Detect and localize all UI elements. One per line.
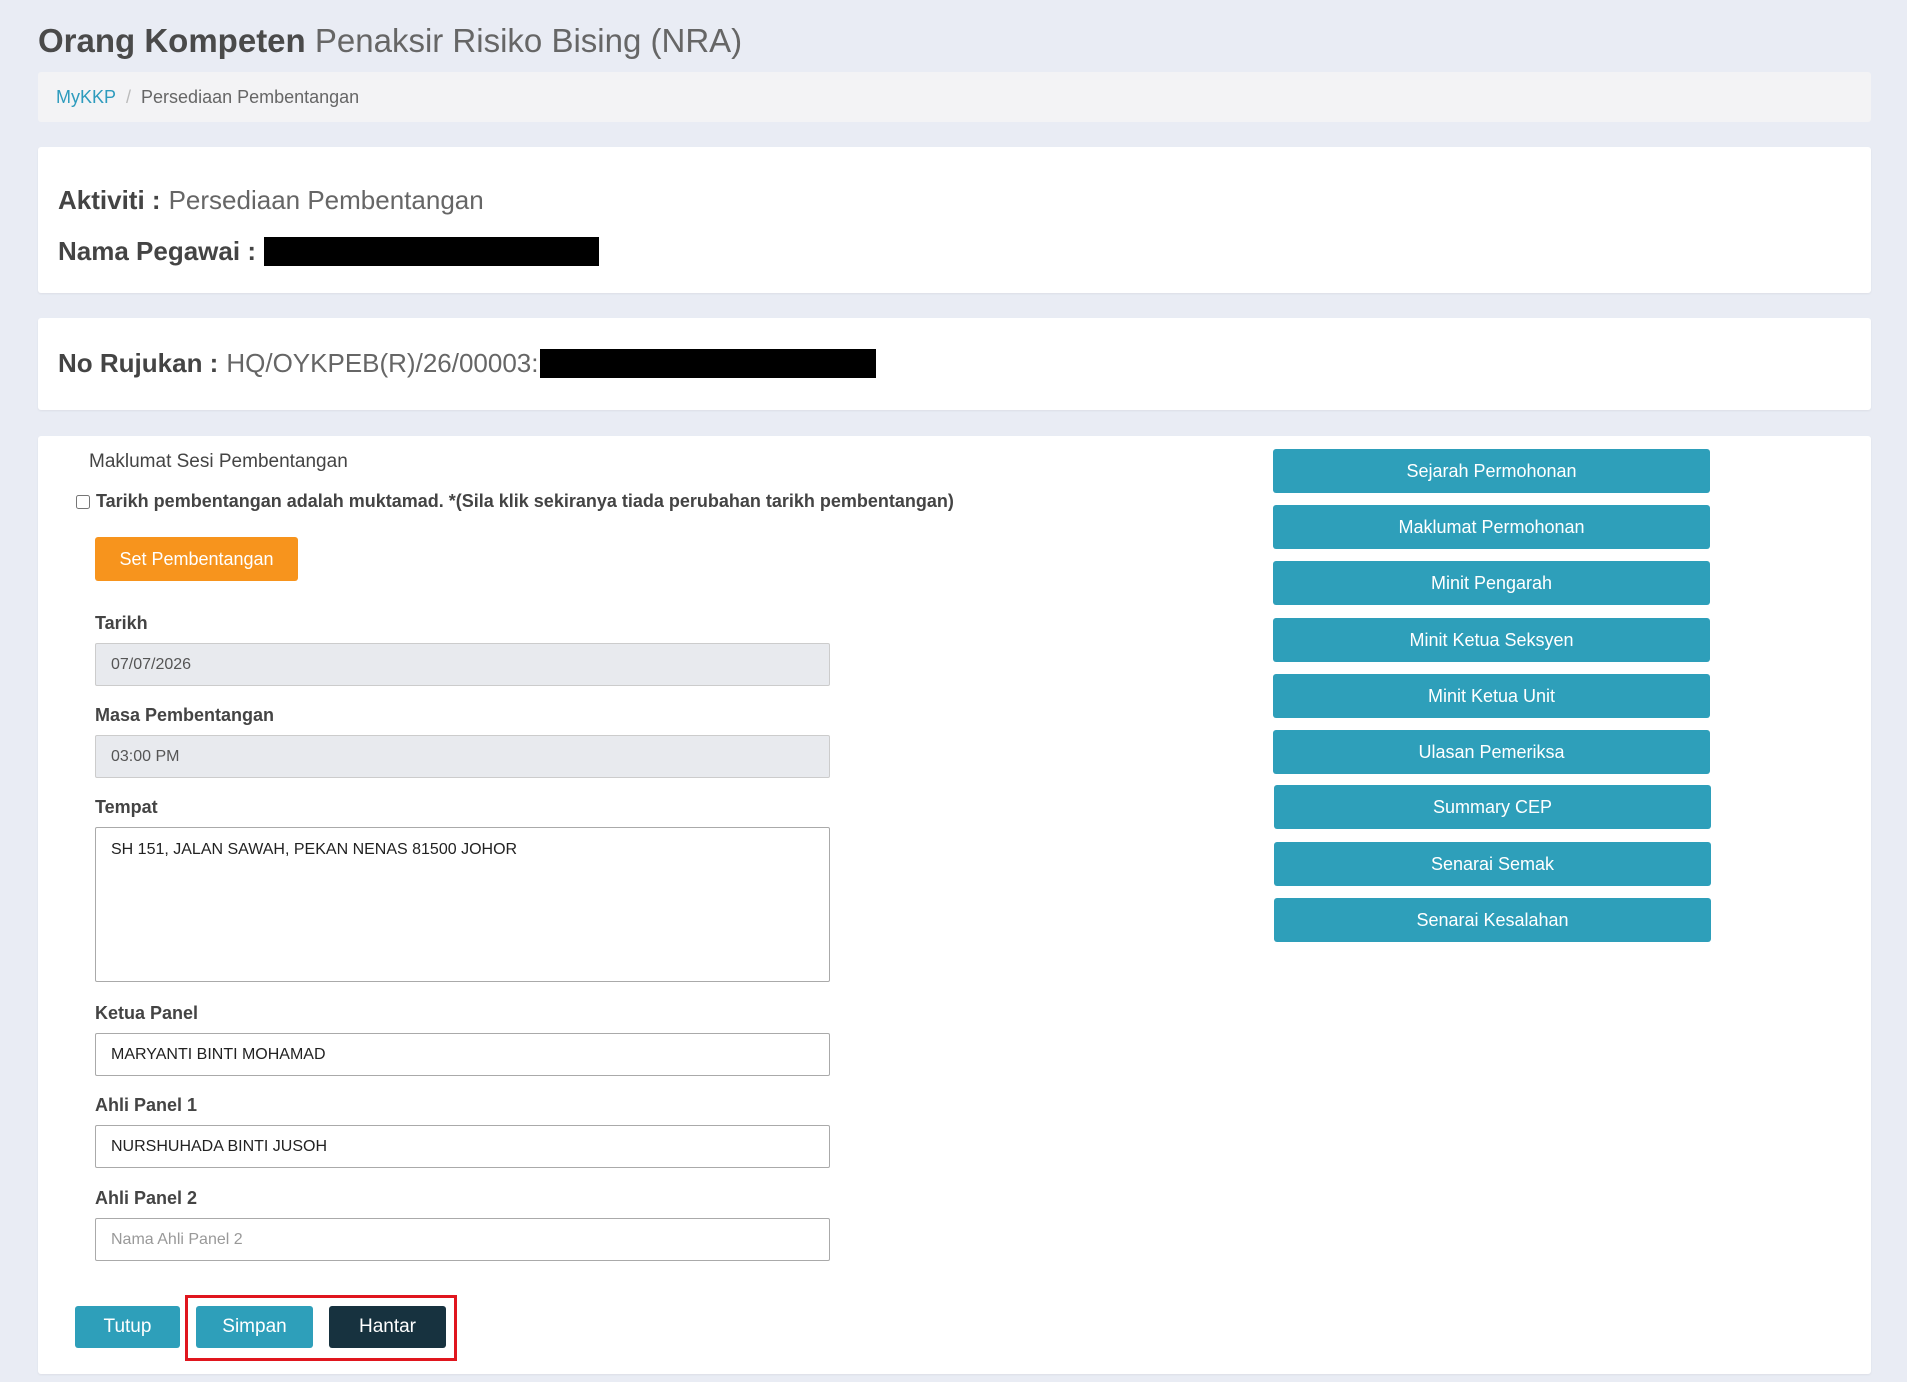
- minit-ketua-seksyen-button[interactable]: Minit Ketua Seksyen: [1273, 618, 1710, 662]
- rujukan-label: No Rujukan :: [58, 348, 219, 378]
- ulasan-pemeriksa-button[interactable]: Ulasan Pemeriksa: [1273, 730, 1710, 774]
- rujukan-row: No Rujukan : HQ/OYKPEB(R)/26/00003:: [58, 348, 877, 379]
- ahli-panel-1-label: Ahli Panel 1: [95, 1095, 198, 1115]
- senarai-kesalahan-button[interactable]: Senarai Kesalahan: [1274, 898, 1711, 942]
- ahli-panel-2-label: Ahli Panel 2: [95, 1188, 198, 1208]
- ahli-panel-1-field[interactable]: [95, 1125, 830, 1168]
- maklumat-permohonan-button[interactable]: Maklumat Permohonan: [1273, 505, 1710, 549]
- sejarah-permohonan-button[interactable]: Sejarah Permohonan: [1273, 449, 1710, 493]
- activity-card: Aktiviti : Persediaan Pembentangan Nama …: [38, 147, 1871, 293]
- tempat-label: Tempat: [95, 797, 158, 817]
- ahli-panel-2-field[interactable]: [95, 1218, 830, 1261]
- section-title: Maklumat Sesi Pembentangan: [89, 451, 348, 472]
- aktiviti-row: Aktiviti : Persediaan Pembentangan: [58, 185, 484, 216]
- aktiviti-label: Aktiviti :: [58, 185, 161, 215]
- page-title-bold: Orang Kompeten: [38, 22, 306, 59]
- tarikh-field[interactable]: [95, 643, 830, 686]
- page-title: Orang Kompeten Penaksir Risiko Bising (N…: [38, 22, 742, 60]
- confirm-row: Tarikh pembentangan adalah muktamad. *(S…: [76, 491, 954, 512]
- page-title-rest: Penaksir Risiko Bising (NRA): [314, 22, 743, 59]
- tutup-button[interactable]: Tutup: [75, 1306, 180, 1348]
- breadcrumb-current: Persediaan Pembentangan: [141, 86, 360, 107]
- minit-pengarah-button[interactable]: Minit Pengarah: [1273, 561, 1710, 605]
- tempat-textarea[interactable]: SH 151, JALAN SAWAH, PEKAN NENAS 81500 J…: [95, 827, 830, 982]
- masa-label: Masa Pembentangan: [95, 705, 275, 725]
- tarikh-label: Tarikh: [95, 613, 148, 633]
- set-pembentangan-button[interactable]: Set Pembentangan: [95, 537, 298, 581]
- ketua-panel-label: Ketua Panel: [95, 1003, 199, 1023]
- confirm-checkbox[interactable]: [76, 494, 90, 509]
- rujukan-redacted: [540, 349, 877, 378]
- breadcrumb: MyKKP / Persediaan Pembentangan: [38, 72, 1871, 122]
- nama-pegawai-redacted: [263, 237, 599, 266]
- hantar-button[interactable]: Hantar: [329, 1306, 446, 1348]
- ketua-panel-field[interactable]: [95, 1033, 830, 1076]
- session-card: Maklumat Sesi Pembentangan Tarikh pemben…: [38, 436, 1871, 1374]
- minit-ketua-unit-button[interactable]: Minit Ketua Unit: [1273, 674, 1710, 718]
- masa-field[interactable]: [95, 735, 830, 778]
- simpan-button[interactable]: Simpan: [196, 1306, 313, 1348]
- rujukan-value: HQ/OYKPEB(R)/26/00003:: [226, 348, 539, 378]
- summary-cep-button[interactable]: Summary CEP: [1274, 785, 1711, 829]
- aktiviti-value: Persediaan Pembentangan: [168, 185, 484, 215]
- breadcrumb-home-link[interactable]: MyKKP: [56, 87, 116, 108]
- senarai-semak-button[interactable]: Senarai Semak: [1274, 842, 1711, 886]
- confirm-label: Tarikh pembentangan adalah muktamad. *(S…: [96, 491, 954, 511]
- nama-pegawai-label: Nama Pegawai :: [58, 236, 256, 266]
- reference-card: No Rujukan : HQ/OYKPEB(R)/26/00003:: [38, 318, 1871, 410]
- nama-pegawai-row: Nama Pegawai :: [58, 236, 599, 267]
- breadcrumb-separator: /: [126, 86, 132, 107]
